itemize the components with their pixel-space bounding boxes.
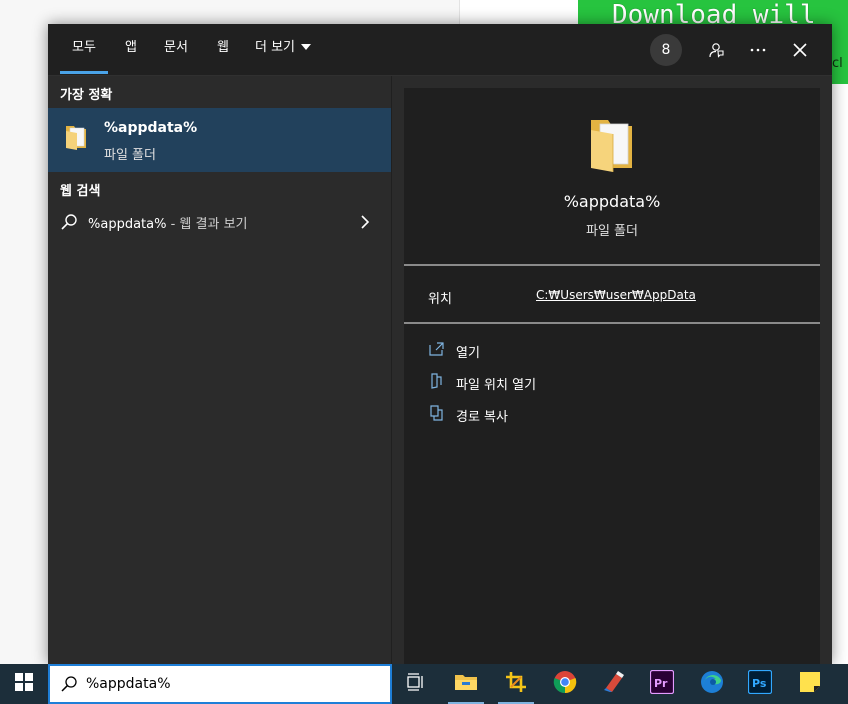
taskbar-app-edge[interactable] [688,664,736,704]
tab-documents[interactable]: 문서 [164,24,188,74]
tab-apps[interactable]: 앱 [125,24,137,74]
feedback-icon[interactable] [702,36,730,64]
results-pane: 가장 정확 %appdata% 파일 폴더 웹 검색 %appdata% - 웹 [48,76,391,664]
details-card: %appdata% 파일 폴더 위치 C:₩Users₩user₩AppData… [404,88,820,664]
web-search-label: %appdata% - 웹 결과 보기 [88,213,248,232]
web-search-suffix: - 웹 결과 보기 [166,217,248,232]
tab-all-label: 모두 [72,40,96,55]
taskbar-app-snipping-tool[interactable] [492,664,540,704]
detail-type: 파일 폴더 [586,224,638,239]
taskbar-app-file-explorer[interactable] [442,664,490,704]
open-file-location-label: 파일 위치 열기 [456,378,537,393]
svg-text:Ps: Ps [752,677,767,690]
taskbar-search-box[interactable] [48,664,392,704]
snipping-tool-icon [505,671,527,697]
best-match-type: 파일 폴더 [104,148,156,163]
web-search-query: %appdata% [88,217,167,232]
open-file-location-action[interactable]: 파일 위치 열기 [428,370,808,394]
chrome-icon [553,670,577,698]
rewards-badge[interactable]: 8 [650,34,682,66]
sticky-notes-icon [799,671,821,697]
divider [404,322,820,324]
open-action[interactable]: 열기 [428,338,808,362]
search-tabs-bar: 모두 앱 문서 웹 더 보기 8 [48,24,832,76]
taskbar-app-photoshop[interactable]: Ps [736,664,784,704]
web-search-heading: 웹 검색 [60,184,101,199]
photoshop-icon: Ps [747,669,773,698]
open-icon [428,340,446,362]
search-icon [60,675,78,697]
chevron-right-icon[interactable] [360,214,370,234]
best-match-item[interactable]: %appdata% 파일 폴더 [48,108,391,172]
taskbar-app-premiere-pro[interactable]: Pr [638,664,686,704]
best-match-heading: 가장 정확 [60,88,113,103]
tab-web[interactable]: 웹 [217,24,229,74]
tab-more[interactable]: 더 보기 [255,24,312,74]
taskbar-app-ccleaner[interactable] [590,664,638,704]
search-popup: 모두 앱 문서 웹 더 보기 8 가장 정확 %appdata% 파일 폴더 웹… [48,24,832,664]
tab-all[interactable]: 모두 [60,24,108,74]
folder-icon [64,122,88,156]
banner-stub: cl [832,36,848,84]
premiere-pro-icon: Pr [649,669,675,698]
ellipsis-icon[interactable] [744,36,772,64]
copy-path-action[interactable]: 경로 복사 [428,402,808,426]
tab-web-label: 웹 [217,40,229,55]
search-input[interactable] [86,672,376,696]
tab-documents-label: 문서 [164,40,188,55]
windows-logo-icon [15,673,33,695]
start-button[interactable] [0,664,48,704]
tab-more-label: 더 보기 [255,40,296,55]
caret-down-icon [301,44,312,50]
copy-path-label: 경로 복사 [456,410,508,425]
location-link[interactable]: C:₩Users₩user₩AppData [536,288,696,302]
edge-icon [700,670,724,698]
tab-apps-label: 앱 [125,40,137,55]
search-icon [60,213,78,235]
best-match-name: %appdata% [104,120,198,136]
detail-name: %appdata% [563,192,661,211]
details-pane: %appdata% 파일 폴더 위치 C:₩Users₩user₩AppData… [392,76,832,664]
divider [404,264,820,266]
taskbar-app-sticky-notes[interactable] [786,664,834,704]
open-action-label: 열기 [456,346,480,361]
web-search-item[interactable]: %appdata% - 웹 결과 보기 [48,206,391,238]
file-location-icon [428,372,446,394]
taskbar-app-chrome[interactable] [541,664,589,704]
large-folder-icon [588,114,636,178]
location-label: 위치 [428,292,452,307]
taskbar: Pr Ps [0,664,848,704]
task-view-button[interactable] [392,664,440,704]
file-explorer-icon [454,672,478,696]
copy-path-icon [428,404,446,426]
task-view-icon [406,673,426,695]
ccleaner-icon [602,670,626,698]
close-icon[interactable] [786,36,814,64]
svg-text:Pr: Pr [654,677,668,690]
